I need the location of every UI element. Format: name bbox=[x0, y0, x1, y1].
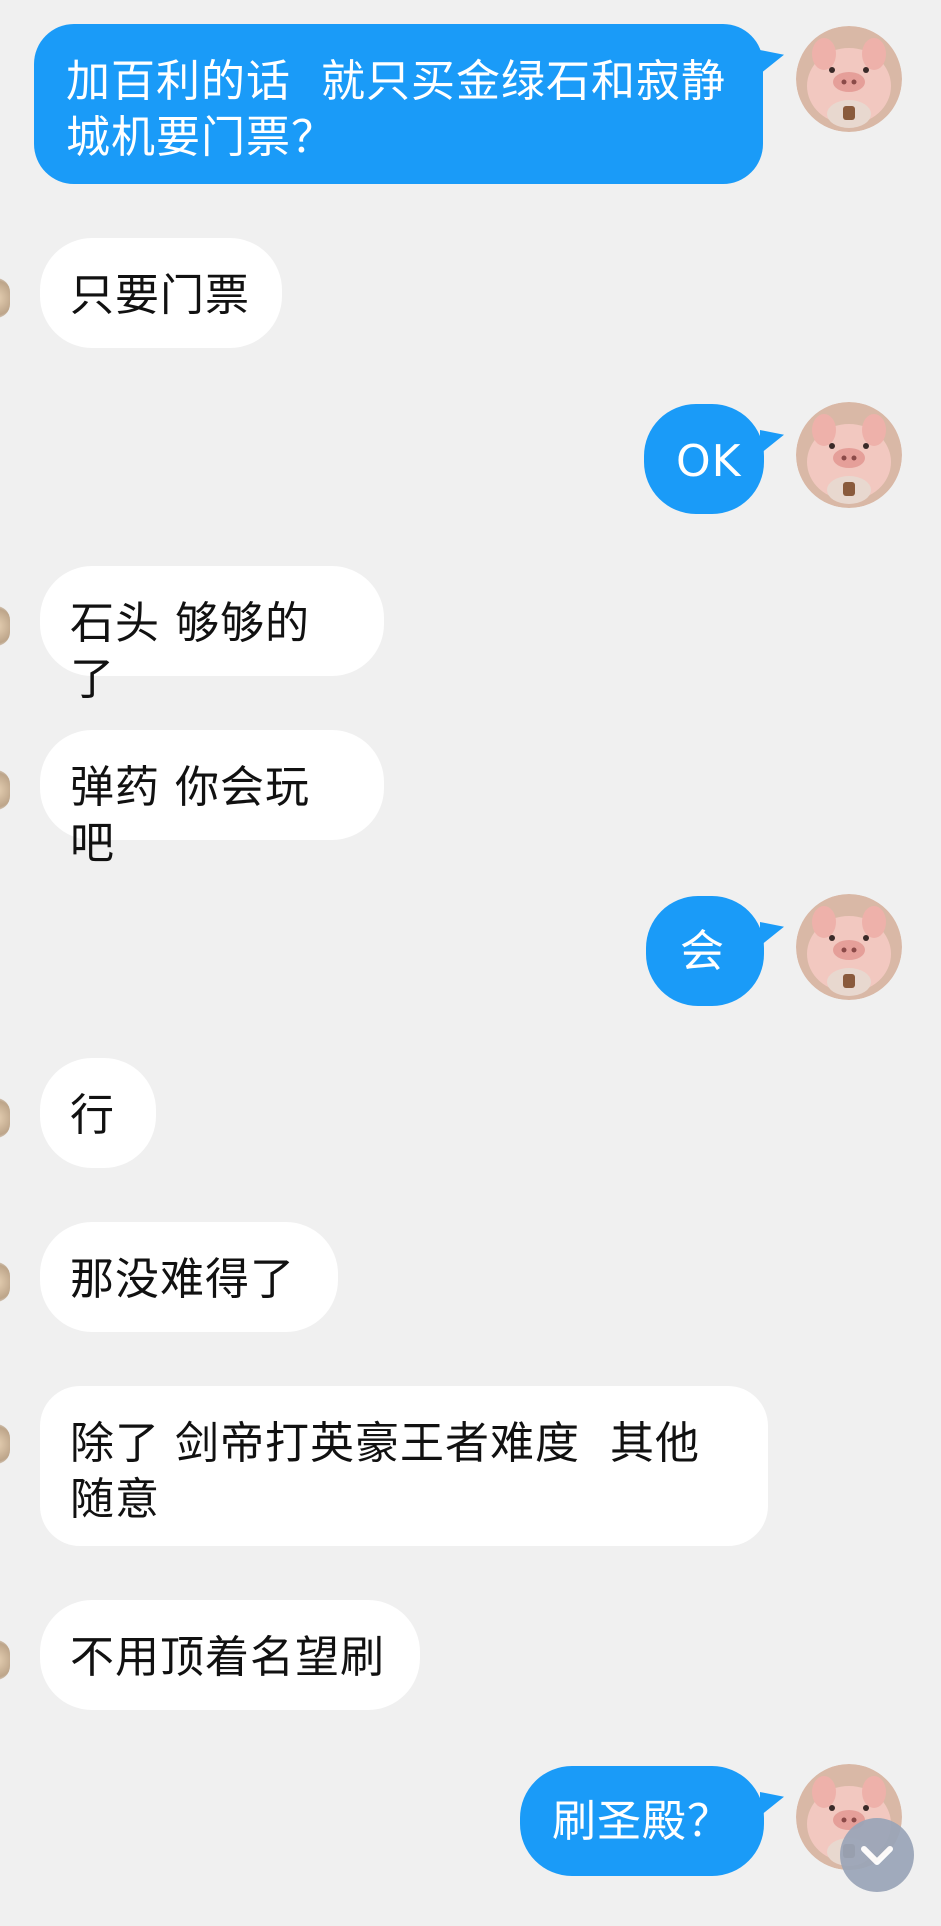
contact-avatar-edge[interactable] bbox=[0, 1424, 10, 1464]
incoming-message-bubble[interactable]: 只要门票 bbox=[40, 238, 282, 348]
chevron-down-icon bbox=[861, 1846, 893, 1865]
contact-avatar-edge[interactable] bbox=[0, 278, 10, 318]
contact-avatar-edge[interactable] bbox=[0, 1262, 10, 1302]
outgoing-message-bubble[interactable]: 加百利的话 就只买金绿石和寂静 城机要门票？ bbox=[34, 24, 763, 184]
outgoing-bubble-tail bbox=[760, 1792, 784, 1816]
incoming-message-bubble[interactable]: 弹药 你会玩吧 bbox=[40, 730, 384, 869]
incoming-message-bubble[interactable]: 除了 剑帝打英豪王者难度 其他 随意 bbox=[40, 1386, 768, 1546]
outgoing-bubble-tail bbox=[760, 430, 784, 454]
contact-avatar-edge[interactable] bbox=[0, 606, 10, 646]
chat-message-list[interactable]: 加百利的话 就只买金绿石和寂静 城机要门票？ 只要门票 OK 石头 够够的了 弹… bbox=[0, 0, 941, 1926]
incoming-message-bubble[interactable]: 行 bbox=[40, 1058, 156, 1168]
outgoing-bubble-tail bbox=[760, 50, 784, 74]
incoming-message-bubble[interactable]: 不用顶着名望刷 bbox=[40, 1600, 420, 1710]
pig-avatar-icon[interactable] bbox=[796, 894, 902, 1000]
contact-avatar-edge[interactable] bbox=[0, 1098, 10, 1138]
outgoing-message-bubble[interactable]: 会 bbox=[646, 896, 764, 1006]
scroll-to-bottom-button[interactable] bbox=[840, 1818, 914, 1892]
incoming-message-bubble[interactable]: 石头 够够的了 bbox=[40, 566, 384, 705]
pig-avatar-icon[interactable] bbox=[796, 402, 902, 508]
incoming-message-bubble[interactable]: 那没难得了 bbox=[40, 1222, 338, 1332]
pig-avatar-icon[interactable] bbox=[796, 26, 902, 132]
contact-avatar-edge[interactable] bbox=[0, 770, 10, 810]
outgoing-message-bubble[interactable]: OK bbox=[644, 404, 764, 514]
contact-avatar-edge[interactable] bbox=[0, 1640, 10, 1680]
outgoing-message-bubble[interactable]: 刷圣殿？ bbox=[520, 1766, 764, 1876]
outgoing-bubble-tail bbox=[760, 922, 784, 946]
